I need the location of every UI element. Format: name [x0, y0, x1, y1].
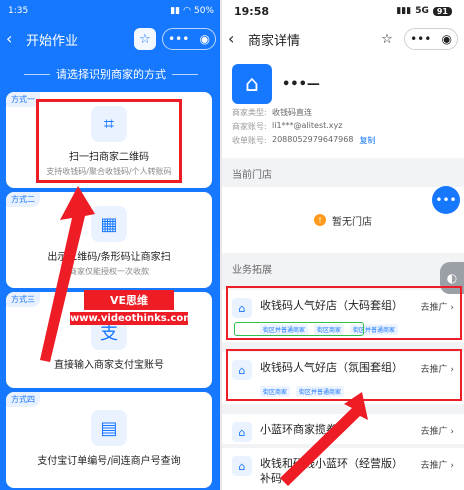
right-phone-screen: 19:58 ▮▮▮ 5G 91 ‹ 商家详情 ☆ ••• ◉ ⌂ •••— 商家…	[222, 0, 464, 490]
annotation-arrow-right	[280, 392, 368, 486]
arrow-shape	[40, 186, 95, 362]
watermark: VE思维 www.videothinks.com	[70, 290, 194, 325]
left-phone-screen: 1:35 ▮▮ ◠ 50% ‹ 开始作业 ☆ ••• ◉ 请选择识别商家的方式 …	[0, 0, 222, 490]
watermark-brand: VE思维	[84, 290, 174, 310]
annotation-arrow-left	[40, 186, 95, 362]
watermark-url: www.videothinks.com	[70, 312, 194, 325]
arrow-shape	[280, 392, 368, 486]
